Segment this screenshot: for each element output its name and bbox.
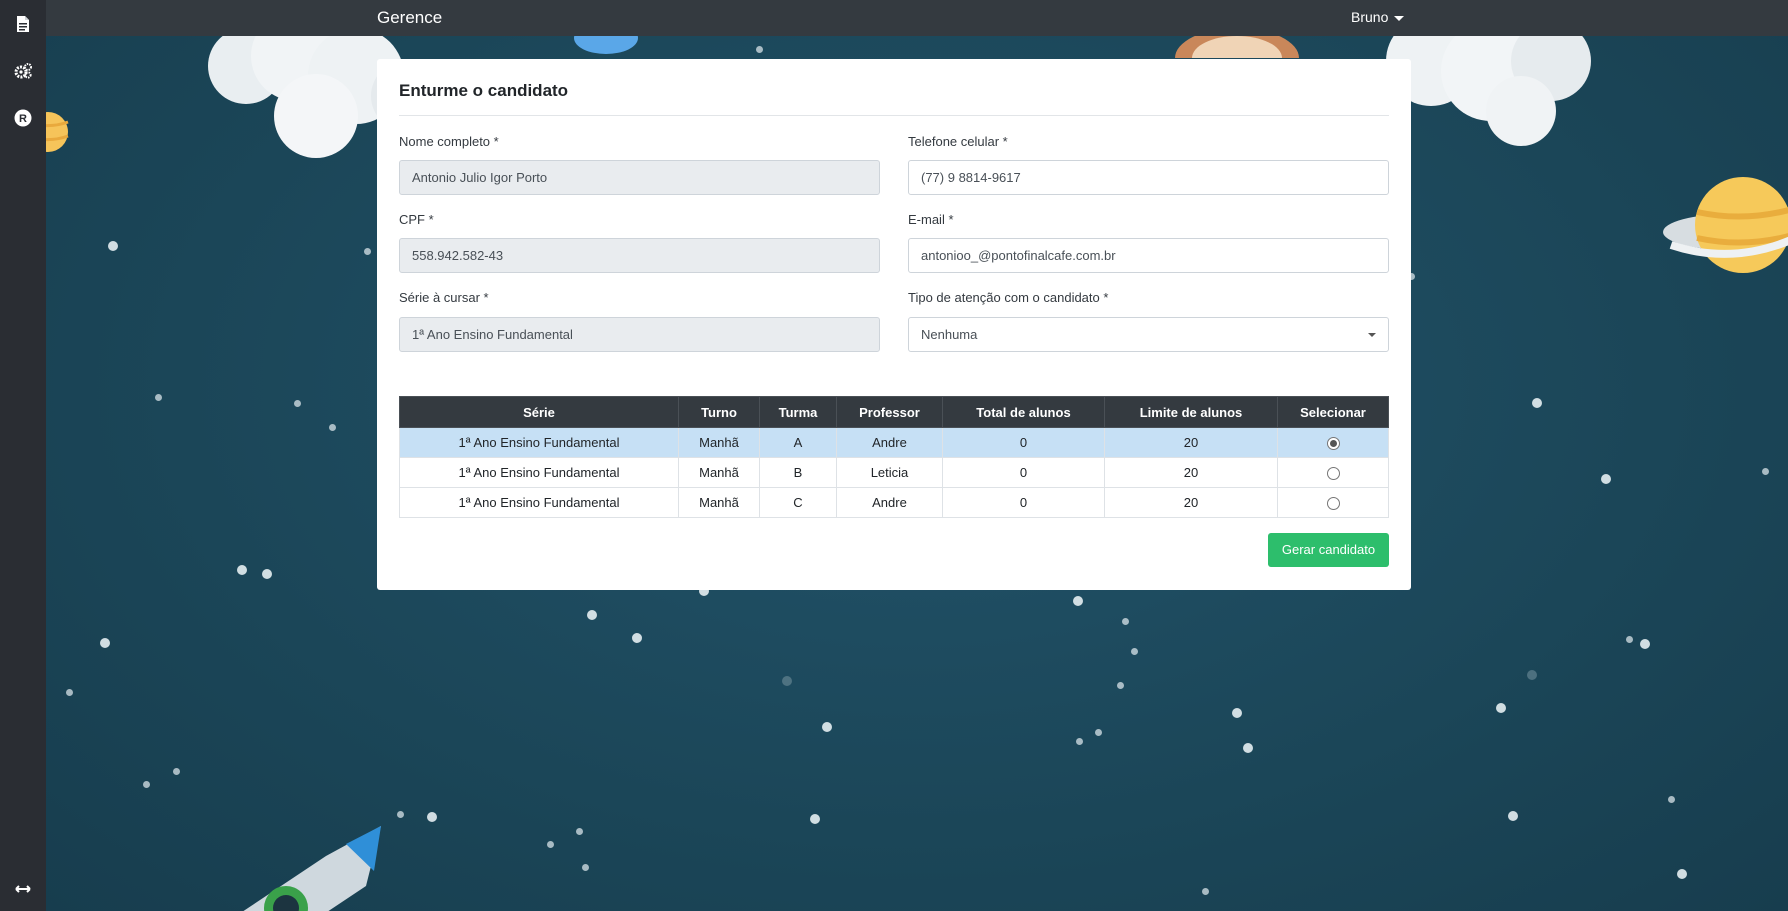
expand-arrows-icon[interactable] xyxy=(11,877,35,901)
cell-total: 0 xyxy=(942,427,1105,458)
planet-left-decoration xyxy=(46,112,69,152)
svg-text:R: R xyxy=(19,113,27,125)
cell-serie: 1ª Ano Ensino Fundamental xyxy=(399,457,679,488)
top-navbar: Gerence Bruno xyxy=(46,0,1788,36)
brand-title[interactable]: Gerence xyxy=(377,8,442,28)
header-serie: Série xyxy=(399,396,679,428)
divider xyxy=(399,115,1389,116)
header-professor: Professor xyxy=(836,396,943,428)
atencao-label: Tipo de atenção com o candidato * xyxy=(908,290,1109,305)
cpf-label: CPF * xyxy=(399,212,434,227)
email-label: E-mail * xyxy=(908,212,954,227)
select-radio[interactable] xyxy=(1326,437,1340,451)
table-row[interactable]: 1ª Ano Ensino Fundamental Manhã A Andre … xyxy=(399,427,1389,458)
card-title: Enturme o candidato xyxy=(399,81,569,100)
header-selecionar: Selecionar xyxy=(1277,396,1389,428)
select-radio[interactable] xyxy=(1326,467,1340,481)
cell-selecionar xyxy=(1277,487,1389,518)
cell-turma: B xyxy=(759,457,837,488)
gears-icon[interactable] xyxy=(11,59,35,83)
table-row[interactable]: 1ª Ano Ensino Fundamental Manhã B Letici… xyxy=(399,457,1389,488)
atencao-select-value: Nenhuma xyxy=(921,327,978,342)
cell-limite: 20 xyxy=(1104,427,1278,458)
user-name: Bruno xyxy=(1351,9,1389,25)
ringed-planet-decoration xyxy=(1663,177,1788,273)
enrollment-card: Enturme o candidato Nome completo * Anto… xyxy=(377,59,1411,590)
cell-total: 0 xyxy=(942,487,1105,518)
serie-label: Série à cursar * xyxy=(399,290,489,305)
atencao-select[interactable]: Nenhuma xyxy=(908,317,1389,352)
rocket-decoration xyxy=(243,826,381,911)
document-icon[interactable] xyxy=(11,12,35,36)
cell-turno: Manhã xyxy=(678,457,760,488)
telefone-label: Telefone celular * xyxy=(908,134,1008,149)
cell-professor: Andre xyxy=(836,427,943,458)
sidebar: R xyxy=(0,0,46,911)
chevron-down-icon xyxy=(1368,333,1376,337)
table-header-row: Série Turno Turma Professor Total de alu… xyxy=(399,396,1389,428)
header-turma: Turma xyxy=(759,396,837,428)
cell-turno: Manhã xyxy=(678,487,760,518)
class-table: Série Turno Turma Professor Total de alu… xyxy=(399,396,1389,518)
planet-top-decoration xyxy=(1175,36,1299,58)
gerar-candidato-button[interactable]: Gerar candidato xyxy=(1268,533,1389,567)
cell-professor: Leticia xyxy=(836,457,943,488)
nome-label: Nome completo * xyxy=(399,134,499,149)
cpf-field[interactable]: 558.942.582-43 xyxy=(399,238,880,273)
cell-limite: 20 xyxy=(1104,487,1278,518)
telefone-field[interactable]: (77) 9 8814-9617 xyxy=(908,160,1389,195)
chevron-down-icon xyxy=(1394,15,1405,21)
cell-professor: Andre xyxy=(836,487,943,518)
user-menu[interactable]: Bruno xyxy=(1351,9,1405,25)
header-turno: Turno xyxy=(678,396,760,428)
cell-turma: A xyxy=(759,427,837,458)
registered-icon[interactable]: R xyxy=(11,106,35,130)
select-radio[interactable] xyxy=(1326,497,1340,511)
cell-turno: Manhã xyxy=(678,427,760,458)
cell-serie: 1ª Ano Ensino Fundamental xyxy=(399,487,679,518)
cell-selecionar xyxy=(1277,457,1389,488)
cell-selecionar xyxy=(1277,427,1389,458)
header-limite: Limite de alunos xyxy=(1104,396,1278,428)
table-row[interactable]: 1ª Ano Ensino Fundamental Manhã C Andre … xyxy=(399,487,1389,518)
cell-serie: 1ª Ano Ensino Fundamental xyxy=(399,427,679,458)
cell-turma: C xyxy=(759,487,837,518)
cell-limite: 20 xyxy=(1104,457,1278,488)
nome-field[interactable]: Antonio Julio Igor Porto xyxy=(399,160,880,195)
email-field[interactable]: antonioo_@pontofinalcafe.com.br xyxy=(908,238,1389,273)
header-total: Total de alunos xyxy=(942,396,1105,428)
blue-planet-decoration xyxy=(574,36,638,54)
cell-total: 0 xyxy=(942,457,1105,488)
serie-field[interactable]: 1ª Ano Ensino Fundamental xyxy=(399,317,880,352)
